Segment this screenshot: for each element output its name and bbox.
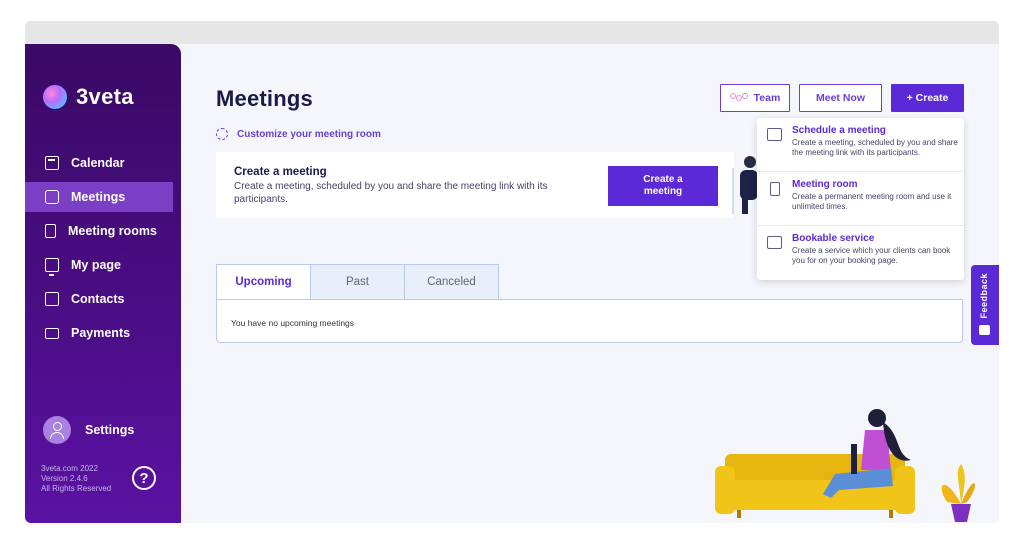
menu-item-bookable-service[interactable]: Bookable service Create a service which … [757,226,964,280]
menu-item-meeting-room[interactable]: Meeting room Create a permanent meeting … [757,172,964,226]
menu-item-title: Meeting room [792,179,858,190]
create-meeting-button-line1: Create a [643,174,683,185]
create-card-description: Create a meeting, scheduled by you and s… [234,181,548,205]
sidebar-item-meeting-rooms[interactable]: Meeting rooms [25,216,181,246]
sidebar-item-contacts[interactable]: Contacts [25,284,181,314]
create-meeting-button[interactable]: Create a meeting [608,166,718,206]
window-titlebar [25,21,999,44]
sidebar-item-label: Calendar [71,156,125,170]
create-card-title: Create a meeting [234,166,327,178]
door-icon [45,224,56,238]
sidebar-item-settings[interactable]: Settings [43,416,134,444]
sidebar: 3veta Calendar Meetings Meeting rooms My… [25,44,181,523]
menu-item-title: Schedule a meeting [792,125,886,136]
empty-state-text: You have no upcoming meetings [231,318,355,328]
tab-upcoming[interactable]: Upcoming [216,264,311,299]
chat-icon [45,190,59,204]
calendar-icon [45,156,59,170]
copyright-text: 3veta.com 2022 [41,464,98,473]
create-menu: Schedule a meeting Create a meeting, sch… [757,118,964,280]
sidebar-item-payments[interactable]: Payments [25,318,181,348]
gear-icon [216,128,228,140]
tab-canceled[interactable]: Canceled [404,264,499,299]
app-content: 3veta Calendar Meetings Meeting rooms My… [25,44,999,523]
help-button[interactable]: ? [132,466,156,490]
monitor-icon [767,236,782,249]
sidebar-item-label: Payments [71,326,131,340]
payment-card-icon [45,327,59,339]
team-icon [729,93,748,103]
settings-label: Settings [85,423,135,437]
sidebar-item-meetings[interactable]: Meetings [25,182,173,212]
feedback-label: Feedback [979,273,989,319]
team-button-label: Team [753,92,781,104]
customize-meeting-room-link[interactable]: Customize your meeting room [216,128,381,140]
door-icon [770,182,780,196]
app-name: 3veta [76,84,134,109]
sofa-illustration [715,409,975,522]
version-text: Version 2.4.6 [41,474,88,483]
logo-icon [43,85,67,109]
sidebar-item-calendar[interactable]: Calendar [25,148,181,178]
feedback-icon [979,325,990,335]
create-meeting-card: Create a meeting Create a meeting, sched… [216,152,734,218]
create-meeting-button-line2: meeting [643,186,683,197]
meet-now-button[interactable]: Meet Now [799,84,882,112]
sidebar-nav: Calendar Meetings Meeting rooms My page … [25,148,181,352]
person-illustration [732,156,758,214]
sidebar-item-label: Meeting rooms [68,224,157,238]
monitor-icon [45,258,59,276]
sidebar-item-label: Meetings [71,190,126,204]
sidebar-item-label: Contacts [71,292,125,306]
menu-item-title: Bookable service [792,233,875,244]
page-title: Meetings [216,86,313,111]
rights-text: All Rights Reserved [41,484,112,493]
feedback-button[interactable]: Feedback [971,265,999,345]
tab-past[interactable]: Past [310,264,405,299]
menu-item-description: Create a service which your clients can … [792,246,951,265]
menu-item-description: Create a permanent meeting room and use … [792,192,952,211]
app-window: 3veta Calendar Meetings Meeting rooms My… [25,21,999,523]
create-button[interactable]: + Create [891,84,964,112]
team-button[interactable]: Team [720,84,790,112]
chat-icon [767,128,782,141]
sidebar-item-label: My page [71,258,122,272]
sidebar-footer: 3veta.com 2022 Version 2.4.6 All Rights … [41,464,111,494]
sidebar-item-my-page[interactable]: My page [25,250,181,280]
meetings-tabs: Upcoming Past Canceled [216,264,499,299]
app-logo[interactable]: 3veta [43,82,134,112]
customize-link-label: Customize your meeting room [237,128,381,140]
user-icon [43,416,71,444]
contact-icon [45,292,59,306]
menu-item-description: Create a meeting, scheduled by you and s… [792,138,958,157]
menu-item-schedule-meeting[interactable]: Schedule a meeting Create a meeting, sch… [757,118,964,172]
tab-panel: You have no upcoming meetings [216,299,963,343]
